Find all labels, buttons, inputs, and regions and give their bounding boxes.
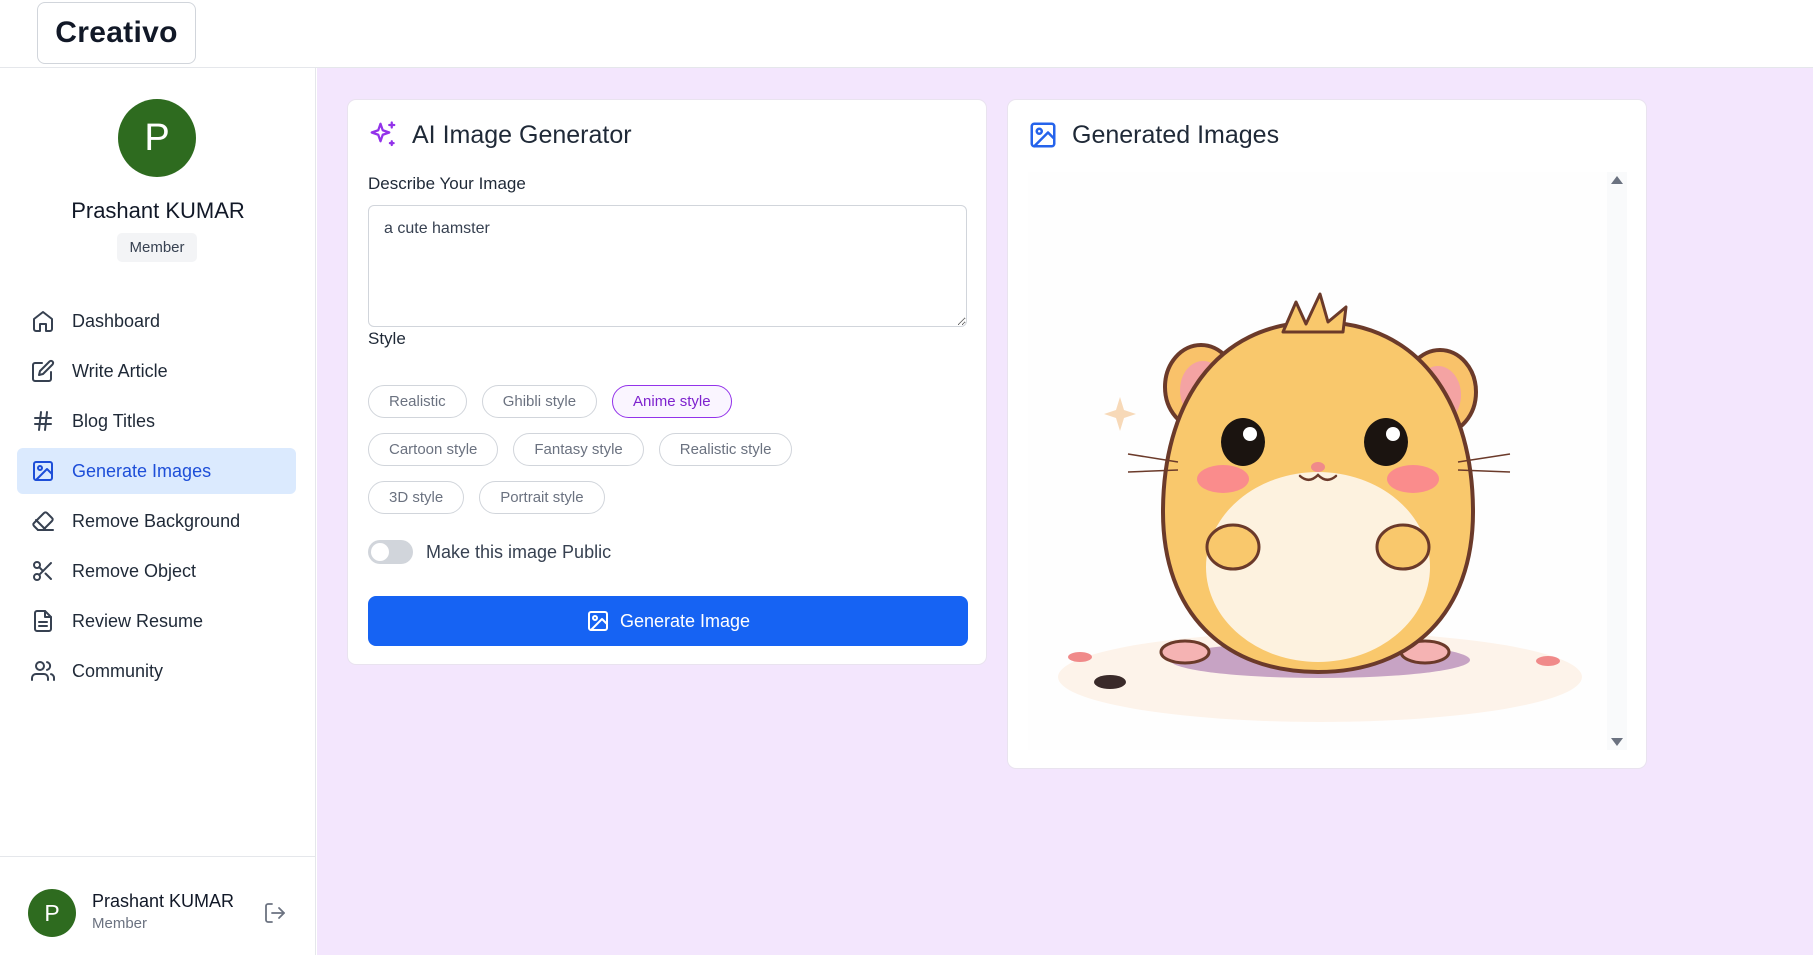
sidebar-item-label: Write Article <box>72 360 168 381</box>
sidebar-item-label: Dashboard <box>72 310 161 331</box>
style-chip-ghibli[interactable]: Ghibli style <box>481 385 598 418</box>
sidebar-item-community[interactable]: Community <box>17 648 296 694</box>
sidebar-item-label: Community <box>72 660 164 681</box>
sidebar-item-write-article[interactable]: Write Article <box>17 348 296 394</box>
results-title: Generated Images <box>1028 120 1279 150</box>
sidebar-item-remove-background[interactable]: Remove Background <box>17 498 296 544</box>
style-chip-realistic-style[interactable]: Realistic style <box>658 433 793 466</box>
public-toggle-row: Make this image Public <box>368 540 611 564</box>
style-chip-3d[interactable]: 3D style <box>368 481 465 514</box>
generated-image[interactable] <box>1028 172 1626 750</box>
sidebar-item-label: Generate Images <box>72 460 212 481</box>
results-scrollbar[interactable] <box>1607 172 1627 750</box>
style-chip-fantasy[interactable]: Fantasy style <box>513 433 644 466</box>
style-chip-cartoon[interactable]: Cartoon style <box>368 433 499 466</box>
edit-icon <box>32 359 55 382</box>
user-name: Prashant KUMAR <box>71 198 245 223</box>
image-icon <box>33 461 53 481</box>
sidebar-item-review-resume[interactable]: Review Resume <box>17 598 296 644</box>
sparkles-icon <box>370 121 396 147</box>
generator-title: AI Image Generator <box>368 120 632 150</box>
results-card: Generated Images <box>1007 99 1647 769</box>
sidebar-item-remove-object[interactable]: Remove Object <box>17 548 296 594</box>
users-icon <box>31 661 55 681</box>
style-options: Realistic Ghibli style Anime style Carto… <box>368 385 968 529</box>
style-chip-portrait[interactable]: Portrait style <box>479 481 605 514</box>
generator-card: AI Image Generator Describe Your Image a… <box>347 99 987 665</box>
main-content: AI Image Generator Describe Your Image a… <box>317 68 1813 955</box>
prompt-label: Describe Your Image <box>368 174 526 193</box>
sidebar-item-label: Review Resume <box>72 610 204 631</box>
home-icon <box>33 311 53 332</box>
image-icon <box>1030 122 1056 148</box>
style-label: Style <box>368 329 406 348</box>
scissors-icon <box>33 561 52 581</box>
generate-image-button[interactable]: Generate Image <box>368 596 968 646</box>
prompt-input[interactable]: a cute hamster <box>368 205 967 327</box>
role-badge: Member <box>117 233 197 262</box>
sidebar-nav: Dashboard Write Article Blog Titles Gene… <box>17 298 296 698</box>
footer-user-role: Member <box>92 915 148 932</box>
eraser-icon <box>32 511 54 531</box>
sidebar-footer: P Prashant KUMAR Member <box>0 856 316 955</box>
sidebar: P Prashant KUMAR Member Dashboard Write … <box>0 68 316 955</box>
image-icon <box>587 611 608 631</box>
public-toggle[interactable] <box>368 540 413 564</box>
hamster-illustration <box>1058 292 1582 722</box>
sidebar-item-generate-images[interactable]: Generate Images <box>17 448 296 494</box>
avatar: P <box>118 99 196 177</box>
scroll-up-icon[interactable] <box>1611 176 1623 184</box>
top-bar: Creativo <box>0 0 1813 68</box>
logout-icon[interactable] <box>263 901 287 925</box>
style-chip-realistic[interactable]: Realistic <box>368 385 467 418</box>
public-toggle-label: Make this image Public <box>426 541 612 562</box>
avatar[interactable]: P <box>28 889 76 937</box>
sidebar-item-dashboard[interactable]: Dashboard <box>17 298 296 344</box>
sidebar-item-label: Blog Titles <box>72 410 156 431</box>
sidebar-item-blog-titles[interactable]: Blog Titles <box>17 398 296 444</box>
hash-icon <box>34 411 52 431</box>
sidebar-item-label: Remove Background <box>72 510 241 531</box>
footer-user-name: Prashant KUMAR <box>92 891 235 911</box>
style-chip-anime[interactable]: Anime style <box>612 385 732 418</box>
file-text-icon <box>34 610 52 632</box>
app-logo[interactable]: Creativo <box>37 2 196 64</box>
scroll-down-icon[interactable] <box>1611 738 1623 746</box>
sidebar-item-label: Remove Object <box>72 560 197 581</box>
